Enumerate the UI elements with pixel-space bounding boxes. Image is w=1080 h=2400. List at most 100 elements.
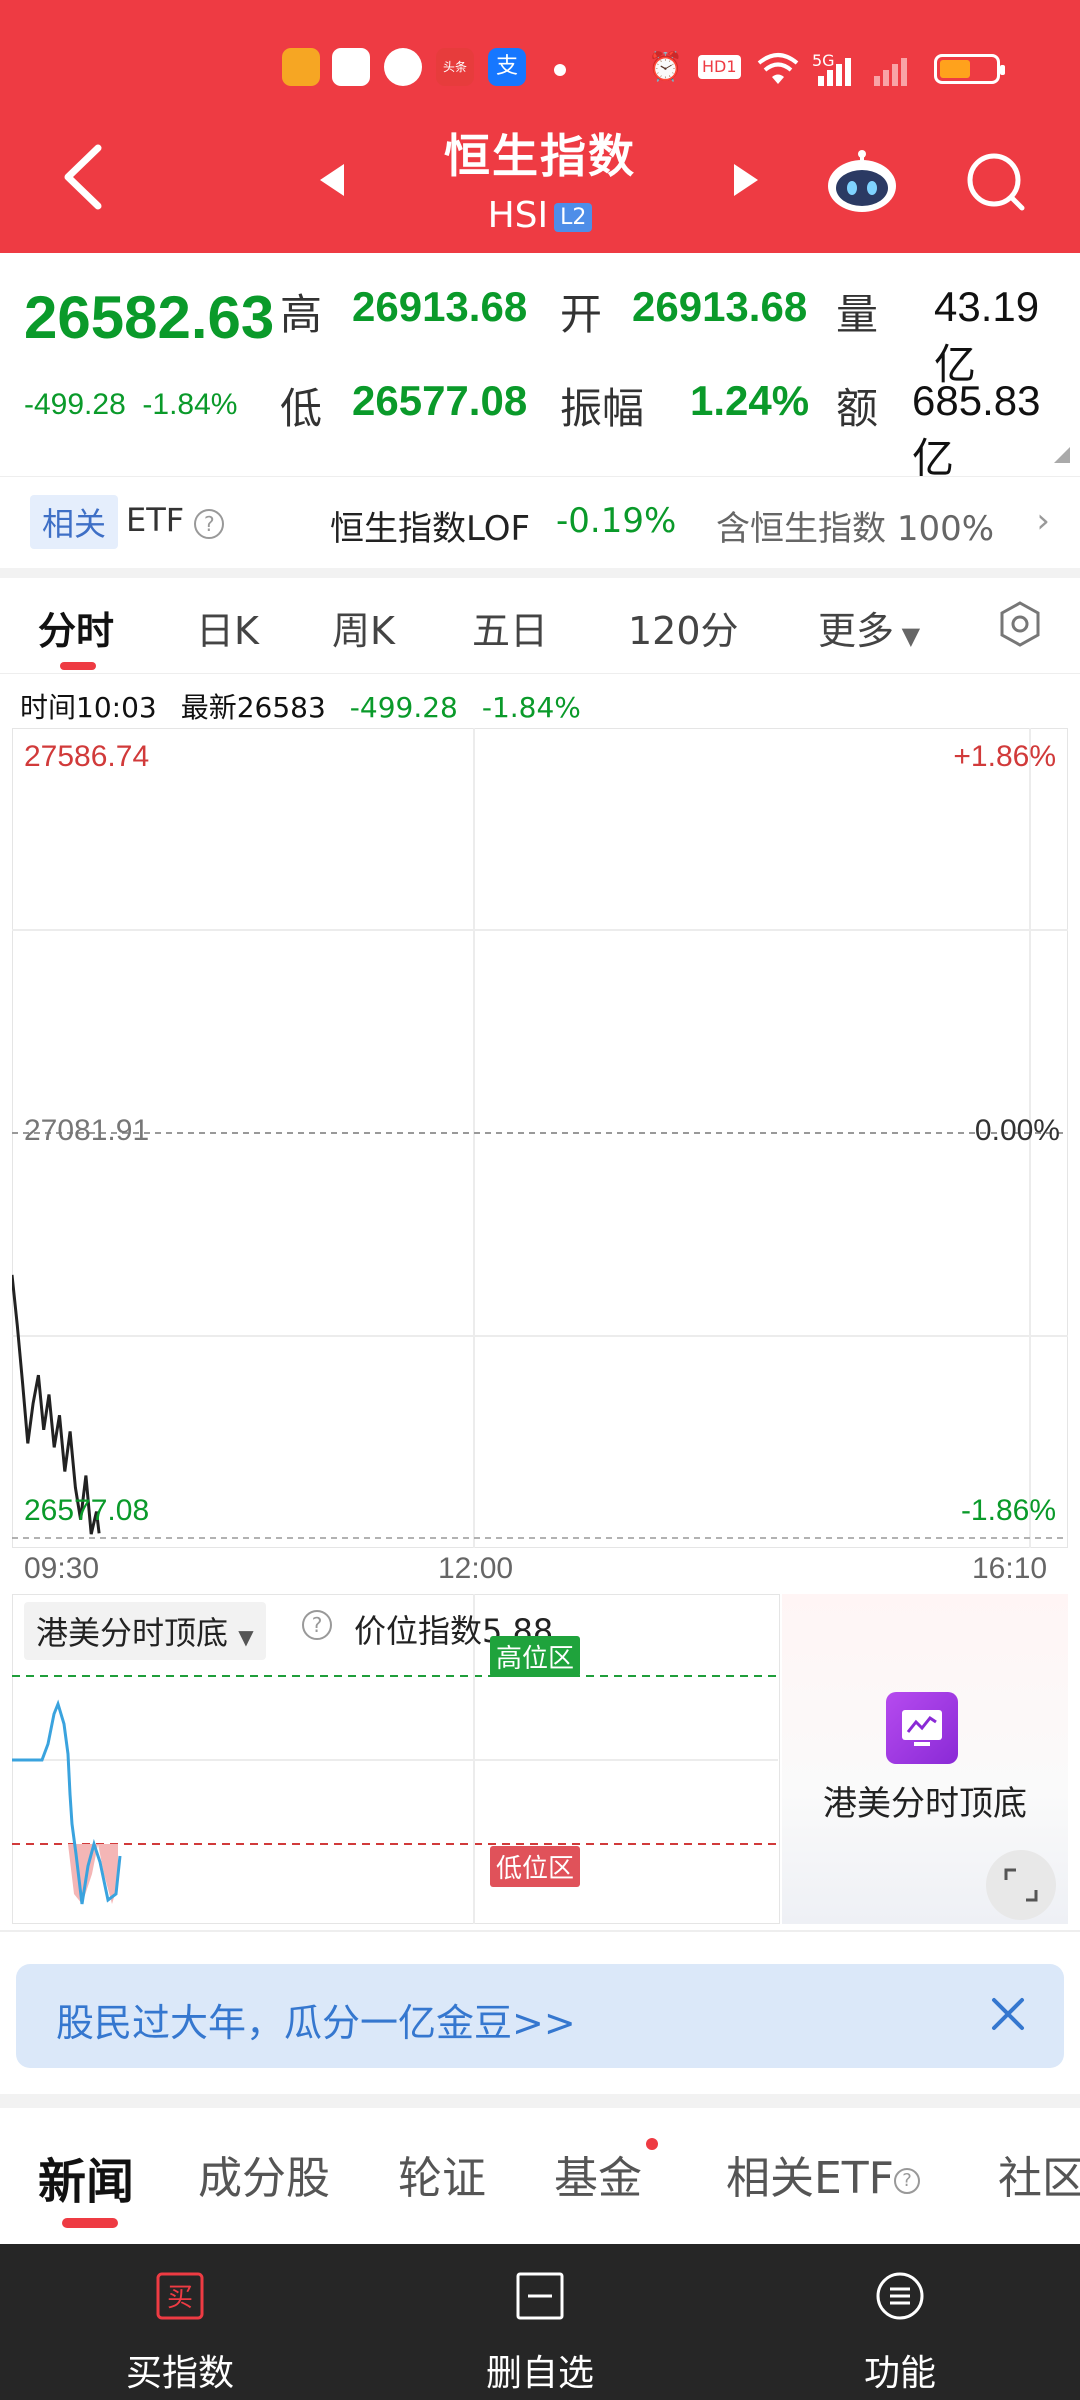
chevron-right-icon: › (1036, 501, 1050, 541)
settings-icon[interactable] (996, 600, 1044, 648)
axis-top-percent: +1.86% (953, 740, 1056, 773)
help-icon[interactable]: ? (194, 509, 225, 539)
tab-daily-k[interactable]: 日K (196, 600, 259, 655)
buy-icon-text: 买 (167, 2283, 193, 2313)
search-icon (967, 153, 1025, 211)
etf-label: ETF ? (126, 501, 225, 539)
indicator-app-icon (886, 1692, 958, 1764)
tab-more[interactable]: 更多 ▼ (818, 600, 920, 655)
turnover-value: 685.83亿 (912, 377, 1041, 482)
tab-weekly-k[interactable]: 周K (332, 600, 395, 655)
change-percent: -1.84% (142, 388, 238, 421)
stock-code: HSI L2 (390, 195, 690, 236)
current-price: 26582.63 (24, 284, 275, 351)
close-icon[interactable] (988, 1994, 1028, 2034)
toutiao-app-icon: 头条 (436, 48, 474, 86)
bottom-action-bar: 买 买指数 删自选 功能 (0, 2244, 1080, 2400)
alarm-icon: ⏰ (648, 50, 683, 83)
high-value: 26913.68 (352, 283, 528, 330)
time-axis-start: 09:30 (24, 1552, 100, 1585)
divider (0, 568, 1080, 578)
app-icon-1 (282, 48, 320, 86)
change-value: -499.28 (24, 388, 126, 421)
indicator-help-icon[interactable]: ? (302, 1610, 332, 1640)
tab-five-day[interactable]: 五日 (472, 600, 548, 655)
signal-icon (818, 58, 851, 86)
fullscreen-button[interactable] (986, 1850, 1056, 1920)
etf-holding-label: 含恒生指数 (716, 509, 886, 549)
remove-watchlist-label: 删自选 (485, 2353, 594, 2394)
notification-dot (554, 64, 566, 76)
content-tabs: 新闻 成分股 轮证 基金 相关ETF? 社区 (0, 2108, 1080, 2244)
volume-value: 43.19亿 (934, 283, 1040, 388)
fullscreen-icon (1004, 1868, 1038, 1902)
etf-label-text: ETF (126, 501, 185, 539)
app-icon-2 (332, 48, 370, 86)
caret-down-icon: ▼ (238, 1625, 254, 1649)
new-badge-dot (646, 2138, 658, 2150)
low-value: 26577.08 (352, 377, 528, 424)
time-axis-end: 16:10 (972, 1552, 1048, 1585)
robot-icon (828, 150, 896, 212)
high-label: 高 (280, 290, 323, 339)
search-button[interactable] (964, 150, 1028, 214)
tab-more-label: 更多 (818, 609, 895, 653)
open-label: 开 (560, 290, 603, 339)
indicator-card[interactable]: 港美分时顶底 (782, 1594, 1068, 1924)
menu-icon (876, 2272, 924, 2320)
tab-community[interactable]: 社区 (998, 2142, 1080, 2206)
back-button[interactable] (60, 142, 104, 212)
remove-watchlist-icon (516, 2272, 564, 2320)
price-change: -499.28 -1.84% (24, 388, 237, 422)
low-label: 低 (280, 384, 323, 433)
tab-related-etf[interactable]: 相关ETF? (726, 2142, 920, 2206)
buy-index-button[interactable]: 买 买指数 (0, 2244, 360, 2400)
prev-stock-button[interactable] (316, 160, 346, 200)
info-time: 时间10:03 (20, 691, 157, 724)
related-tag: 相关 (30, 495, 119, 549)
related-etf-strip[interactable]: 相关 ETF ? 恒生指数LOF -0.19% 含恒生指数 100% › (0, 476, 1080, 568)
axis-reference-price: 27081.91 (24, 1114, 150, 1147)
buy-index-label: 买指数 (125, 2353, 234, 2394)
quote-panel: 26582.63 -499.28 -1.84% 高 26913.68 开 269… (0, 253, 1080, 482)
next-stock-button[interactable] (732, 160, 762, 200)
tab-120min[interactable]: 120分 (628, 600, 739, 655)
time-axis-mid: 12:00 (438, 1552, 514, 1585)
amplitude-value: 1.24% (690, 377, 810, 424)
tab-related-etf-label: 相关ETF (726, 2153, 894, 2204)
tab-news[interactable]: 新闻 (38, 2142, 134, 2212)
indicator-selector[interactable]: 港美分时顶底 ▼ (24, 1602, 266, 1660)
alipay-app-icon: 支 (488, 48, 526, 86)
ai-assistant-button[interactable] (824, 148, 900, 214)
triangle-right-icon (734, 164, 758, 196)
info-change-pct: -1.84% (481, 691, 581, 724)
tab-warrants[interactable]: 轮证 (398, 2142, 486, 2206)
high-zone-tag: 高位区 (490, 1636, 581, 1677)
etf-name: 恒生指数LOF (330, 509, 531, 549)
promo-banner[interactable]: 股民过大年，瓜分一亿金豆>> (16, 1964, 1064, 2068)
functions-button[interactable]: 功能 (720, 2244, 1080, 2400)
divider (0, 1930, 1080, 1932)
caret-down-icon: ▼ (894, 622, 921, 650)
intraday-chart-svg (12, 728, 1068, 1548)
info-latest: 最新26583 (180, 691, 326, 724)
app-header: 头条 支 ⏰ HD1 5G 恒生指数 HSI L2 (0, 0, 1080, 253)
stock-code-text: HSI (487, 195, 549, 236)
axis-bottom-price: 26577.08 (24, 1494, 150, 1527)
remove-watchlist-button[interactable]: 删自选 (360, 2244, 720, 2400)
volume-label: 量 (836, 290, 879, 339)
active-tab-indicator (62, 2218, 118, 2228)
stock-detail-page: 头条 支 ⏰ HD1 5G 恒生指数 HSI L2 26582.63 -499.… (0, 0, 1080, 2400)
active-tab-indicator (60, 662, 96, 670)
signal-2-icon (874, 58, 907, 86)
etf-change: -0.19% (556, 501, 677, 541)
intraday-chart[interactable]: 27586.74 +1.86% 27081.91 0.00% 26577.08 … (12, 728, 1068, 1548)
expand-corner-icon[interactable] (1054, 447, 1070, 463)
tab-funds[interactable]: 基金 (554, 2142, 642, 2206)
etf-holding-pct: 100% (896, 509, 995, 549)
tab-intraday[interactable]: 分时 (38, 600, 114, 655)
tab-constituents[interactable]: 成分股 (198, 2142, 330, 2206)
info-change: -499.28 (349, 691, 458, 724)
chevron-left-icon (64, 144, 102, 210)
crosshair-info: 时间10:03 最新26583 -499.28 -1.84% (20, 686, 581, 726)
